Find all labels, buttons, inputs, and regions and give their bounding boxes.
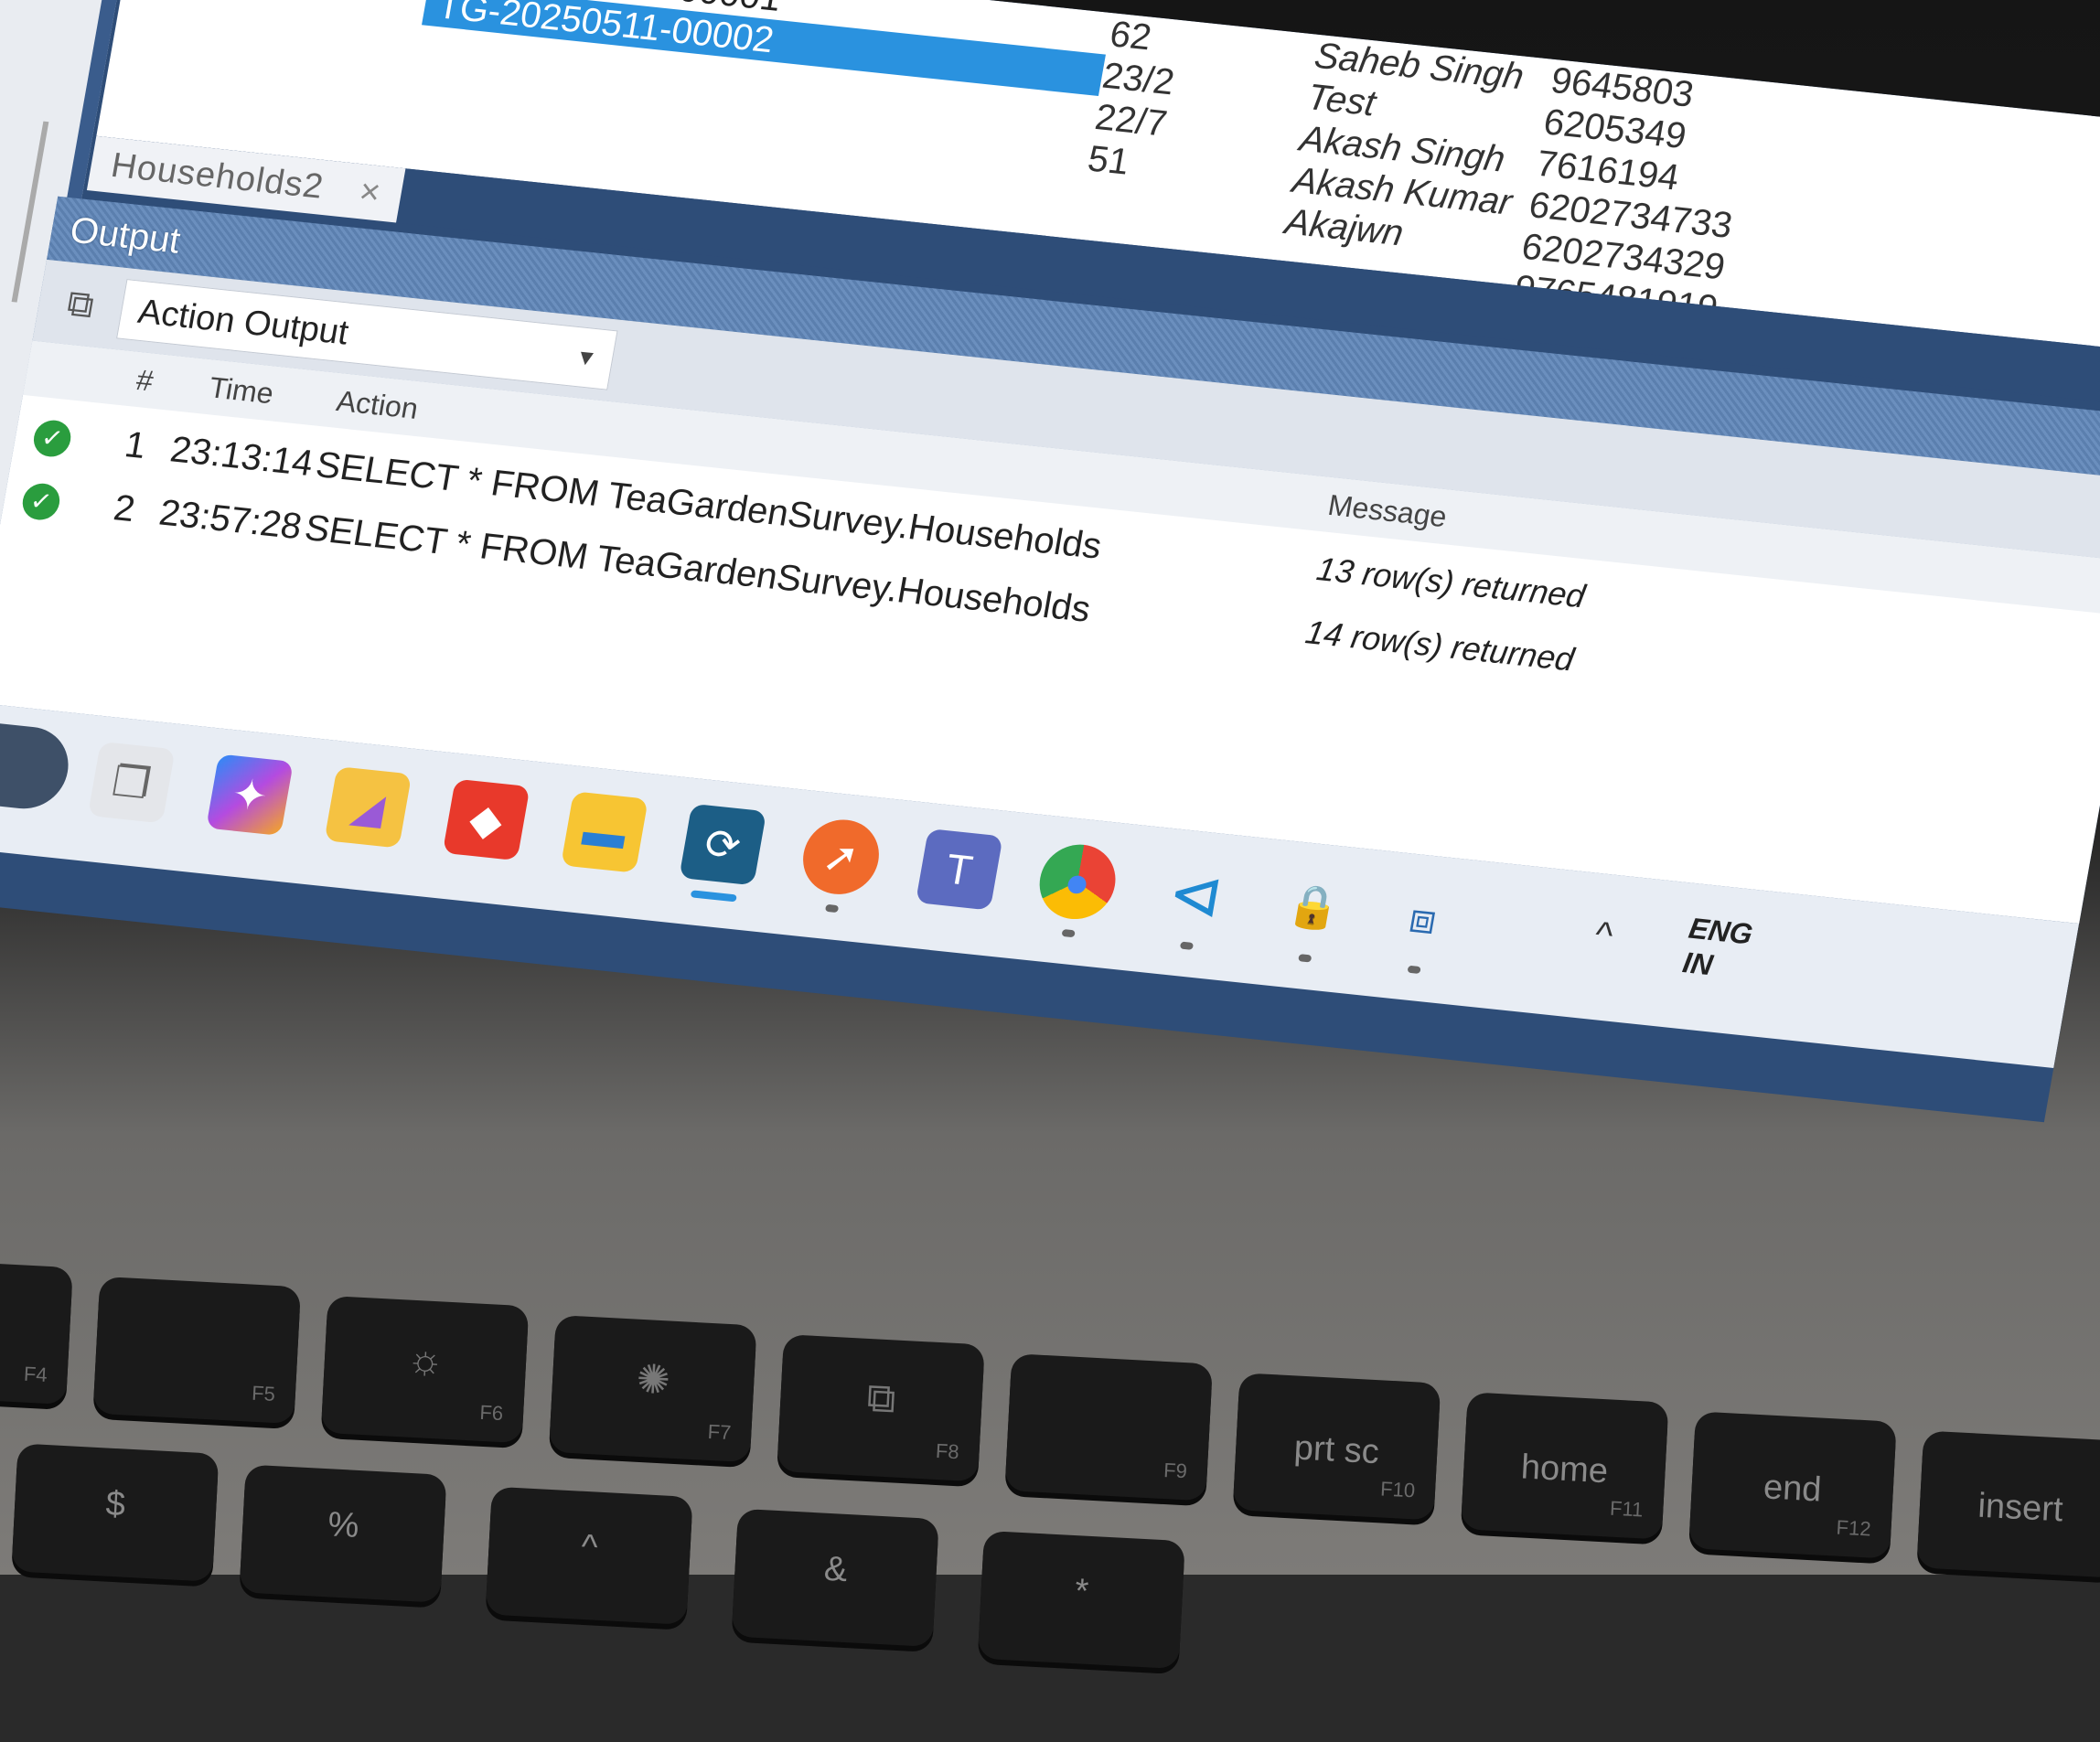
taskbar-search[interactable] <box>0 699 75 813</box>
brightness-down-icon: ☼ <box>405 1336 445 1384</box>
vscode-icon[interactable]: ⊲ <box>1152 853 1239 935</box>
running-indicator <box>1061 928 1076 938</box>
key-home: home F11 <box>1460 1392 1669 1540</box>
key-dollar: $ <box>11 1443 220 1582</box>
key-ampersand: & <box>731 1508 939 1648</box>
copilot-icon[interactable]: ✦ <box>206 753 294 836</box>
postman-icon[interactable]: ➚ <box>797 816 885 898</box>
row-time: 23:13:14 <box>166 429 316 485</box>
network-icon[interactable]: ⧈ <box>1379 877 1467 959</box>
key-caret: ^ <box>485 1486 693 1625</box>
column-header-message[interactable]: Message <box>1325 488 1449 534</box>
success-check-icon: ✓ <box>30 418 74 459</box>
key-f6: ☼ F6 <box>320 1295 530 1444</box>
grid-cell-number[interactable]: 22/7 <box>1092 96 1170 145</box>
display-icon: ⧉ <box>865 1374 897 1422</box>
vpn-lock-icon[interactable]: 🔒 <box>1270 866 1358 948</box>
show-hidden-icons-icon[interactable]: ^ <box>1591 914 1615 956</box>
key-f8: ⧉ F8 <box>777 1334 985 1482</box>
active-app-indicator <box>690 890 737 903</box>
running-indicator <box>1179 941 1195 950</box>
key-f5: F5 <box>92 1276 302 1425</box>
teams-icon[interactable]: T <box>915 828 1003 911</box>
laptop-body: F4 F5 ☼ F6 ✺ F7 ⧉ F8 F9 prt sc F10 home F11 e… <box>0 0 2100 1670</box>
file-explorer-icon[interactable]: ▬ <box>561 791 648 873</box>
key-insert: insert <box>1916 1430 2100 1578</box>
brightness-up-icon: ✺ <box>635 1356 671 1404</box>
column-header-action[interactable]: Action <box>334 384 421 426</box>
anydesk-icon[interactable]: ◆ <box>442 778 530 861</box>
output-type-value: Action Output <box>134 292 352 353</box>
key-f9: F9 <box>1004 1353 1214 1502</box>
task-view-icon[interactable]: ❐ <box>87 741 176 824</box>
grid-cell-number[interactable]: 23/2 <box>1099 55 1177 104</box>
row-number: 2 <box>111 487 138 530</box>
chrome-icon[interactable]: ● <box>1034 840 1121 924</box>
grid-cell-number[interactable]: 51 <box>1085 138 1132 184</box>
grid-cell-number[interactable]: 62 <box>1107 13 1154 59</box>
column-header-time[interactable]: Time <box>207 370 276 411</box>
row-message: 13 row(s) returned <box>1313 550 1589 615</box>
key-f7: ✺ F7 <box>549 1314 757 1463</box>
key-asterisk: * <box>977 1530 1185 1670</box>
grid-cell-name[interactable]: Test <box>1304 76 1379 124</box>
key-prtsc: prt sc F10 <box>1232 1373 1441 1521</box>
screen: TG-20250511-00001 62 Saheb Singh 9645803… <box>0 0 2100 1123</box>
copy-icon[interactable]: ⧉ <box>54 280 107 330</box>
row-time: 23:57:28 <box>155 492 305 548</box>
keyboard: F4 F5 ☼ F6 ✺ F7 ⧉ F8 F9 prt sc F10 home F11 e… <box>0 1256 2100 1742</box>
mysql-workbench-icon[interactable]: ⟳ <box>679 803 767 886</box>
running-indicator <box>1407 965 1421 975</box>
language-indicator[interactable]: ENG IN <box>1680 911 1755 986</box>
key-f4: F4 <box>0 1256 73 1405</box>
row-number: 1 <box>122 424 150 466</box>
key-percent: % <box>239 1464 447 1603</box>
close-icon[interactable]: × <box>355 165 386 221</box>
success-check-icon: ✓ <box>19 481 63 522</box>
chevron-down-icon: ▼ <box>573 345 600 372</box>
column-header-number[interactable]: # <box>134 363 155 398</box>
running-indicator <box>1298 954 1312 963</box>
key-end: end F12 <box>1688 1411 1897 1559</box>
sticky-notes-icon[interactable]: ◢ <box>324 766 412 849</box>
region-code: IN <box>1680 946 1716 982</box>
running-indicator <box>824 903 840 914</box>
